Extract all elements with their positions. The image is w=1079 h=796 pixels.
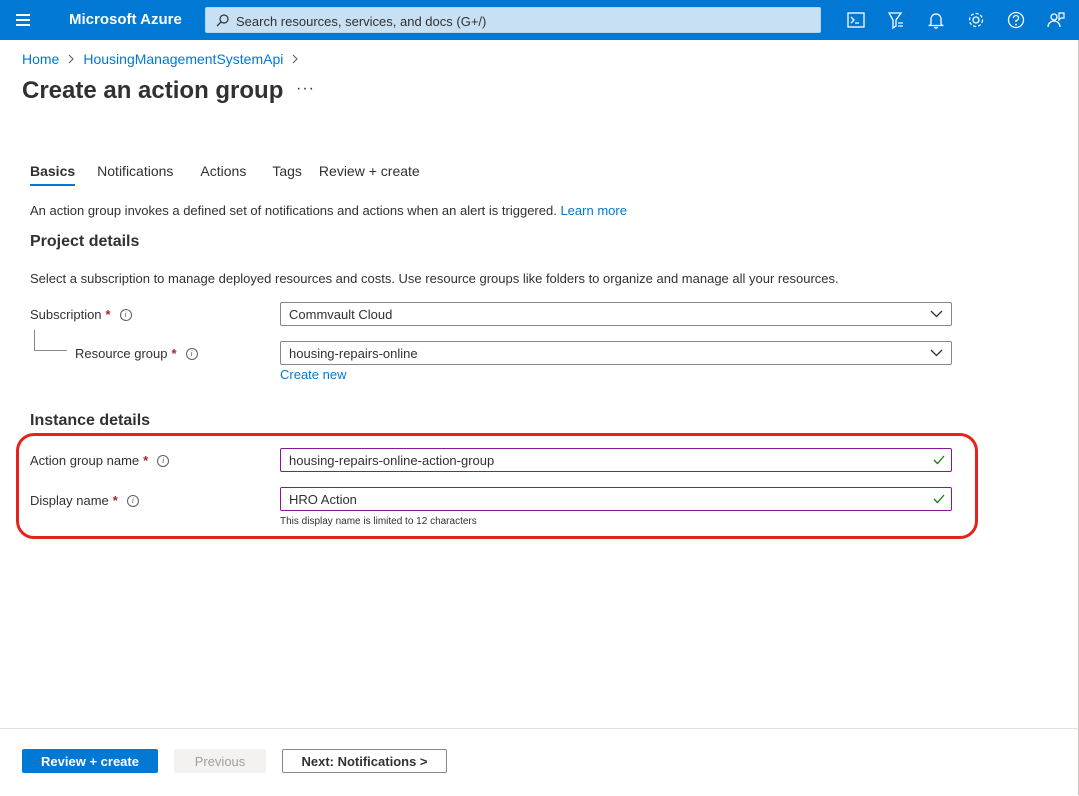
learn-more-link[interactable]: Learn more [560, 203, 626, 218]
settings-gear-icon[interactable] [965, 9, 987, 31]
subscription-value: Commvault Cloud [289, 307, 393, 322]
cloud-shell-icon[interactable] [845, 9, 867, 31]
app-title[interactable]: Microsoft Azure [69, 11, 182, 28]
project-details-heading: Project details [30, 233, 140, 250]
notifications-bell-icon[interactable] [925, 9, 947, 31]
top-bar: Microsoft Azure [0, 0, 1079, 40]
annotation-highlight-box [16, 433, 978, 539]
review-create-button[interactable]: Review + create [22, 749, 158, 773]
required-marker: * [171, 346, 177, 361]
page-title: Create an action group [22, 77, 284, 104]
required-marker: * [105, 307, 111, 322]
footer-bar: Review + create Previous Next: Notificat… [0, 728, 1079, 796]
breadcrumb-resource[interactable]: HousingManagementSystemApi [83, 51, 283, 67]
directory-filter-icon[interactable] [885, 9, 907, 31]
chevron-right-icon [292, 51, 299, 67]
more-options-icon[interactable]: ··· [296, 80, 315, 98]
chevron-right-icon [68, 51, 75, 67]
breadcrumb: Home HousingManagementSystemApi [22, 51, 307, 67]
tab-tags[interactable]: Tags [272, 163, 302, 186]
resource-group-label: Resource group * i [75, 346, 198, 361]
menu-icon[interactable] [14, 11, 36, 29]
intro-description: An action group invokes a defined set of… [30, 203, 557, 218]
search-box[interactable] [205, 7, 821, 34]
subscription-dropdown[interactable]: Commvault Cloud [280, 302, 952, 326]
feedback-icon[interactable] [1045, 9, 1067, 31]
resource-group-value: housing-repairs-online [289, 346, 418, 361]
resource-group-dropdown[interactable]: housing-repairs-online [280, 341, 952, 365]
tab-review-create[interactable]: Review + create [319, 163, 420, 186]
previous-button[interactable]: Previous [174, 749, 266, 773]
tab-basics[interactable]: Basics [30, 163, 76, 186]
search-icon [216, 14, 229, 27]
chevron-down-icon [930, 349, 943, 357]
subscription-label-text: Subscription [30, 307, 102, 322]
intro-text: An action group invokes a defined set of… [30, 203, 627, 218]
breadcrumb-home[interactable]: Home [22, 51, 59, 67]
next-notifications-button[interactable]: Next: Notifications > [282, 749, 447, 773]
info-icon[interactable]: i [185, 347, 198, 360]
help-icon[interactable] [1005, 9, 1027, 31]
tab-notifications[interactable]: Notifications [97, 163, 173, 186]
subscription-label: Subscription * i [30, 307, 132, 322]
tab-bar: Basics Notifications Actions Tags Review… [30, 163, 442, 186]
search-input[interactable] [234, 8, 818, 34]
instance-details-heading: Instance details [30, 412, 151, 429]
create-new-link[interactable]: Create new [280, 367, 346, 382]
tab-actions[interactable]: Actions [200, 163, 246, 186]
tree-connector [34, 330, 67, 351]
resource-group-label-text: Resource group [75, 346, 168, 361]
project-details-description: Select a subscription to manage deployed… [30, 271, 839, 286]
chevron-down-icon [930, 310, 943, 318]
info-icon[interactable]: i [119, 308, 132, 321]
